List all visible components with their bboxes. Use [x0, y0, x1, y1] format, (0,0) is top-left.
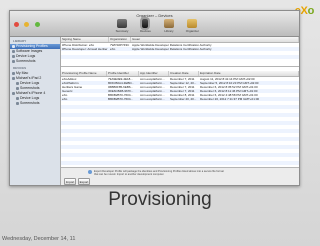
log-icon [16, 82, 19, 85]
export-button[interactable]: Export [78, 178, 90, 185]
slide-background: eXo Organizer – Devices Summary Devices [0, 0, 320, 246]
minimize-window-button[interactable] [24, 22, 30, 27]
toolbar-summary-button[interactable]: Summary [113, 19, 131, 33]
screenshot-icon [16, 87, 19, 90]
column-header[interactable]: Creation Date [169, 71, 199, 76]
window-titlebar: Organizer – Devices Summary Devices Libr… [10, 11, 299, 37]
device-icon [142, 19, 149, 28]
sidebar-library-heading: LIBRARY [13, 39, 27, 43]
toolbar-organizer-button[interactable]: Organizer [183, 19, 201, 33]
column-header[interactable]: Provisioning Profile Name [61, 71, 107, 76]
column-header[interactable]: Expiration Date [199, 71, 299, 76]
sidebar-item-screenshots[interactable]: Screenshots [10, 59, 60, 64]
provisioning-profiles-table: Provisioning Profile Name Profile Identif… [61, 71, 299, 165]
slide-title: Provisioning [108, 189, 212, 210]
info-icon [88, 170, 92, 174]
organizer-icon [187, 19, 198, 28]
ipad-icon [12, 77, 15, 80]
summary-icon [117, 19, 127, 28]
iphone-icon [12, 92, 15, 95]
toolbar-library-button[interactable]: Library [160, 19, 178, 33]
table-row[interactable]: eXo B8DB2B70-7604... com.exoplatform... Sep… [61, 97, 299, 101]
close-window-button[interactable] [14, 22, 19, 27]
export-note: Export Developer Profile will package th… [88, 170, 224, 176]
organizer-toolbar: Summary Devices Library Organizer [113, 19, 202, 37]
column-header[interactable]: Organization [109, 37, 131, 42]
detail-panel: Export Developer Profile will package th… [61, 167, 299, 185]
table-row-empty [61, 161, 299, 165]
main-panel: Signing Name Organization Issuer iPhone Di… [61, 37, 299, 185]
screenshot-icon [16, 102, 19, 105]
import-button[interactable]: Import [64, 178, 76, 185]
sidebar-item-iphone-screenshots[interactable]: Screenshots [10, 101, 60, 106]
toolbar-devices-button[interactable]: Devices [136, 19, 154, 33]
split-divider[interactable] [61, 66, 299, 67]
log-icon [12, 55, 15, 58]
column-header[interactable]: App Identifier [139, 71, 169, 76]
column-header[interactable]: Profile Identifier [107, 71, 139, 76]
zoom-window-button[interactable] [34, 22, 40, 27]
sidebar-devices-heading: DEVICES [13, 66, 27, 70]
mac-icon [12, 72, 15, 75]
column-header[interactable]: Issuer [131, 37, 299, 42]
identities-table: Signing Name Organization Issuer iPhone Di… [61, 37, 299, 63]
sidebar: LIBRARY Provisioning Profiles Software I… [10, 37, 61, 185]
organizer-window: Organizer – Devices Summary Devices Libr… [9, 10, 300, 186]
library-icon [163, 19, 174, 28]
log-icon [16, 97, 19, 100]
slide-date: Wednesday, December 14, 11 [2, 236, 76, 242]
table-row[interactable]: iPhone Developer: Arnaud Heritier eXo Appl… [61, 47, 299, 51]
screenshot-icon [12, 60, 15, 63]
software-icon [12, 50, 15, 53]
window-title: Organizer – Devices [136, 13, 173, 18]
column-header[interactable]: Signing Name [61, 37, 109, 42]
profile-icon [12, 45, 15, 48]
table-row-empty [61, 59, 299, 63]
